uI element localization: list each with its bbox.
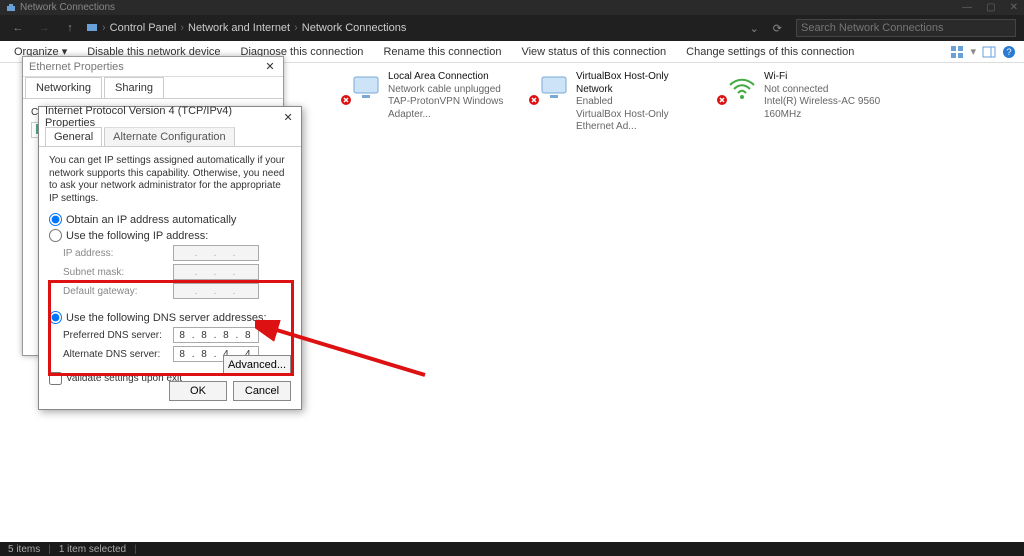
folder-icon <box>86 21 98 36</box>
default-gateway-input: . . . <box>173 283 259 299</box>
connection-status: Enabled <box>576 96 708 109</box>
close-icon[interactable]: ✕ <box>263 60 277 73</box>
connection-adapter: VirtualBox Host-Only Ethernet Ad... <box>576 109 708 134</box>
help-text: You can get IP settings assigned automat… <box>49 155 291 205</box>
cmd-change-settings[interactable]: Change settings of this connection <box>676 46 864 58</box>
tab-sharing[interactable]: Sharing <box>104 77 164 98</box>
connections-list: Local Area Connection Network cable unpl… <box>350 71 1016 134</box>
validate-label: Validate settings upon exit <box>66 373 182 384</box>
status-item-count: 5 items <box>8 544 40 555</box>
connection-adapter: Intel(R) Wireless-AC 9560 160MHz <box>764 96 896 121</box>
connection-item[interactable]: Wi-Fi Not connected Intel(R) Wireless-AC… <box>726 71 896 134</box>
close-icon[interactable]: ✕ <box>281 111 295 124</box>
maximize-button[interactable]: ▢ <box>986 2 995 13</box>
subnet-mask-input: . . . <box>173 264 259 280</box>
up-button[interactable]: ↑ <box>60 22 80 34</box>
cancel-button[interactable]: Cancel <box>233 381 291 401</box>
advanced-button[interactable]: Advanced... <box>223 355 291 375</box>
back-button[interactable]: ← <box>8 22 28 34</box>
ok-button[interactable]: OK <box>169 381 227 401</box>
search-input[interactable] <box>796 19 1016 37</box>
error-icon <box>528 93 540 105</box>
close-button[interactable]: ✕ <box>1010 2 1018 13</box>
tab-networking[interactable]: Networking <box>25 77 102 98</box>
error-icon <box>340 93 352 105</box>
connection-name: Wi-Fi <box>764 71 896 84</box>
help-icon[interactable]: ? <box>1002 45 1016 59</box>
connection-status: Network cable unplugged <box>388 84 520 97</box>
lan-icon <box>350 71 382 103</box>
breadcrumb-item[interactable]: Network Connections <box>302 22 407 34</box>
wifi-icon <box>726 71 758 103</box>
ipv4-tabs: General Alternate Configuration <box>39 127 301 147</box>
view-dropdown-icon[interactable]: ▾ <box>970 45 976 58</box>
connection-name: VirtualBox Host-Only Network <box>576 71 708 96</box>
tab-general[interactable]: General <box>45 127 102 146</box>
breadcrumb-item[interactable]: Control Panel <box>110 22 177 34</box>
cmd-status[interactable]: View status of this connection <box>511 46 676 58</box>
connection-adapter: TAP-ProtonVPN Windows Adapter... <box>388 96 520 121</box>
alternate-dns-label: Alternate DNS server: <box>63 349 173 360</box>
connection-item[interactable]: Local Area Connection Network cable unpl… <box>350 71 520 134</box>
connection-name: Local Area Connection <box>388 71 520 84</box>
forward-button[interactable]: → <box>34 22 54 34</box>
breadcrumb[interactable]: › Control Panel › Network and Internet ›… <box>86 21 744 36</box>
cmd-rename[interactable]: Rename this connection <box>373 46 511 58</box>
status-bar: 5 items | 1 item selected | <box>0 542 1024 556</box>
radio-dns-manual-label: Use the following DNS server addresses: <box>66 312 267 324</box>
subnet-mask-label: Subnet mask: <box>63 267 173 278</box>
dialog-title: Ethernet Properties <box>29 61 124 73</box>
breadcrumb-item[interactable]: Network and Internet <box>188 22 290 34</box>
radio-ip-auto[interactable] <box>49 213 62 226</box>
radio-ip-manual[interactable] <box>49 229 62 242</box>
ip-address-input: . . . <box>173 245 259 261</box>
radio-ip-auto-label: Obtain an IP address automatically <box>66 214 236 226</box>
dialog-title: Internet Protocol Version 4 (TCP/IPv4) P… <box>45 105 281 129</box>
app-icon <box>6 3 16 13</box>
minimize-button[interactable]: — <box>962 2 972 13</box>
ethernet-tabs: Networking Sharing <box>23 77 283 99</box>
refresh-icon[interactable]: ⟳ <box>773 22 782 35</box>
connection-status: Not connected <box>764 84 896 97</box>
validate-checkbox[interactable] <box>49 372 62 385</box>
connection-item[interactable]: VirtualBox Host-Only Network Enabled Vir… <box>538 71 708 134</box>
default-gateway-label: Default gateway: <box>63 286 173 297</box>
ipv4-properties-dialog[interactable]: Internet Protocol Version 4 (TCP/IPv4) P… <box>38 106 302 410</box>
window-titlebar: Network Connections — ▢ ✕ <box>0 0 1024 15</box>
view-icon[interactable] <box>950 45 964 59</box>
preferred-dns-input[interactable]: 8 . 8 . 8 . 8 <box>173 327 259 343</box>
radio-dns-manual[interactable] <box>49 311 62 324</box>
svg-text:?: ? <box>1006 47 1011 57</box>
tab-alternate-config[interactable]: Alternate Configuration <box>104 127 235 146</box>
lan-icon <box>538 71 570 103</box>
dropdown-icon[interactable]: ⌄ <box>750 22 759 35</box>
status-selected-count: 1 item selected <box>59 544 126 555</box>
ip-address-label: IP address: <box>63 248 173 259</box>
window-title: Network Connections <box>20 2 115 13</box>
radio-ip-manual-label: Use the following IP address: <box>66 230 208 242</box>
preview-pane-icon[interactable] <box>982 45 996 59</box>
preferred-dns-label: Preferred DNS server: <box>63 330 173 341</box>
error-icon <box>716 93 728 105</box>
nav-bar: ← → ↑ › Control Panel › Network and Inte… <box>0 15 1024 41</box>
